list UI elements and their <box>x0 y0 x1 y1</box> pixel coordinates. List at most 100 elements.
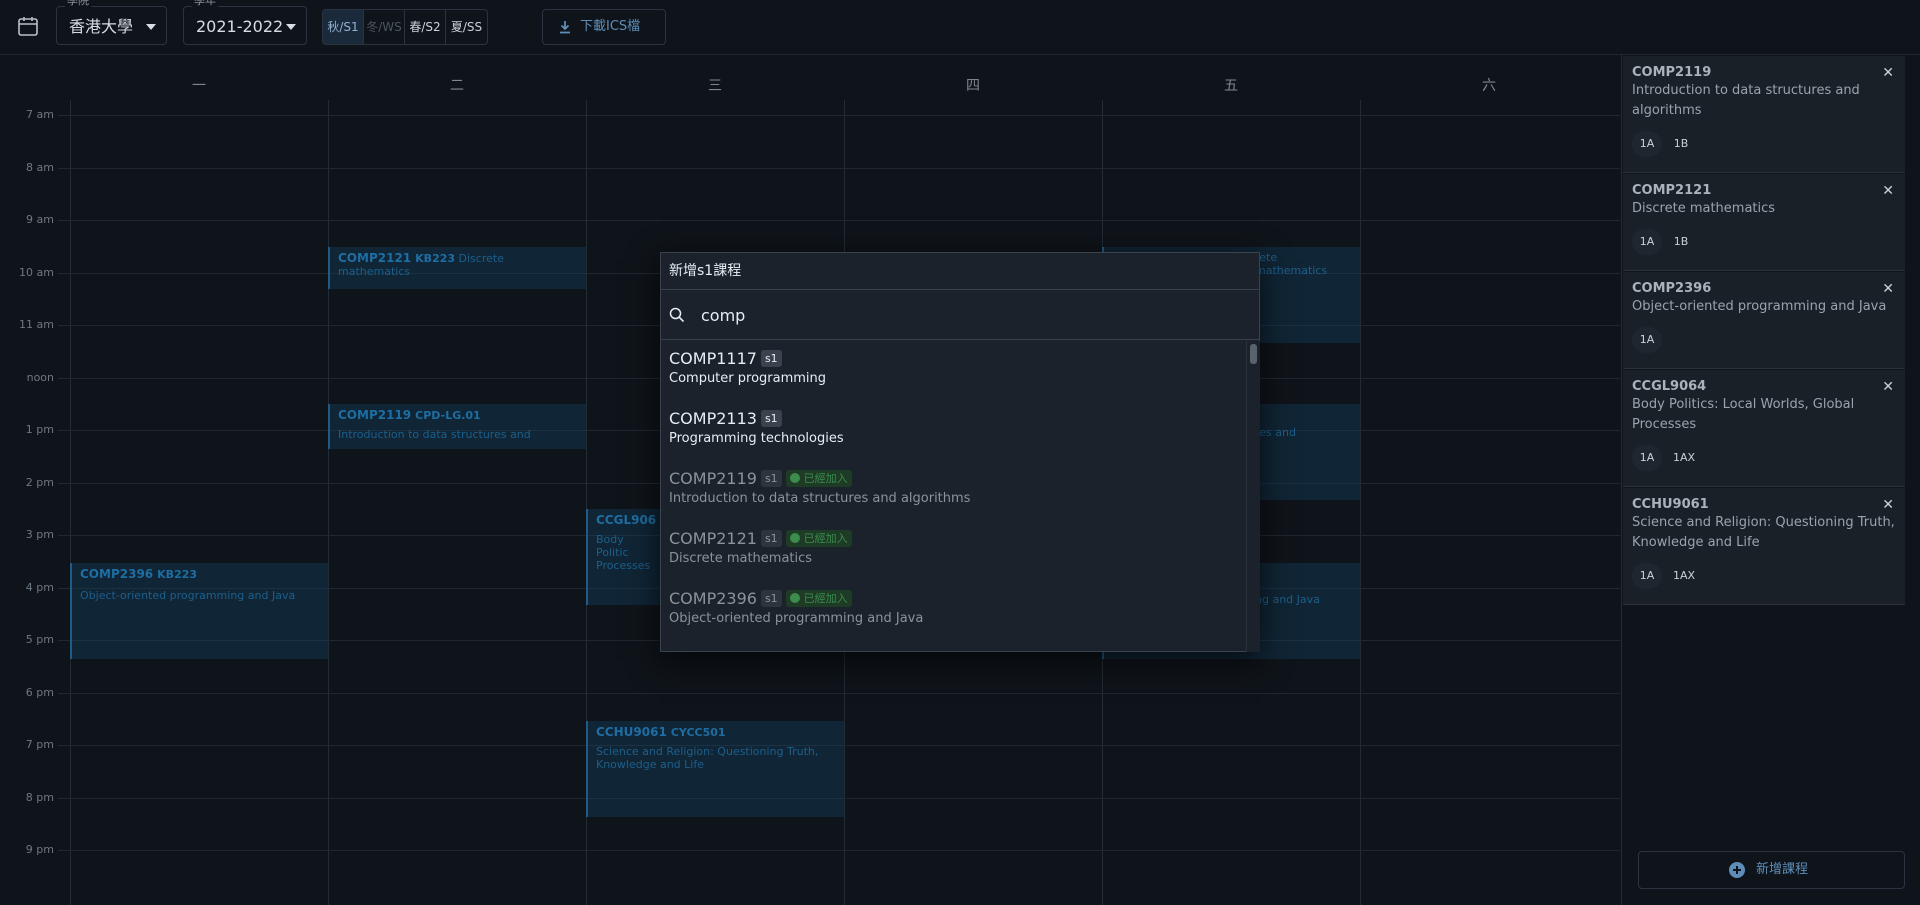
year-label: 學年 <box>192 0 218 8</box>
section-chip[interactable]: 1A <box>1632 229 1662 255</box>
semester-badge: s1 <box>760 470 782 487</box>
event-code: CCHU9061 <box>596 725 667 739</box>
time-label: 7 am <box>26 108 54 121</box>
course-search-input[interactable] <box>699 300 1239 330</box>
semester-s2-button[interactable]: 春/S2 <box>405 10 446 44</box>
semester-badge: s1 <box>760 410 782 427</box>
time-label: 8 pm <box>25 791 54 804</box>
course-card[interactable]: COMP2396 Object-oriented programming and… <box>1623 272 1905 369</box>
section-chip[interactable]: 1A <box>1632 445 1662 471</box>
day-header-mon: 一 <box>192 78 206 94</box>
semester-ss-button[interactable]: 夏/SS <box>446 10 487 44</box>
day-header-fri: 五 <box>1224 78 1238 94</box>
result-name: Computer programming <box>669 371 827 386</box>
hour-line <box>58 168 1620 169</box>
close-icon[interactable]: ✕ <box>1882 281 1894 297</box>
search-row <box>661 290 1259 340</box>
course-name: Object-oriented programming and Java <box>1632 299 1887 314</box>
university-label: 學院 <box>65 0 91 8</box>
time-label: 9 am <box>26 213 54 226</box>
university-select[interactable]: 學院 香港大學 <box>56 0 167 45</box>
download-label: 下載ICS檔 <box>580 19 641 34</box>
course-code: CCGL9064 <box>1632 379 1707 394</box>
section-chip[interactable]: 1A <box>1632 563 1662 589</box>
search-result-item[interactable]: COMP1117 s1 Computer programming <box>661 341 1245 401</box>
added-label: 已經加入 <box>803 472 848 485</box>
calendar-event[interactable]: CCHU9061 CYCC501 Science and Religion: Qu… <box>586 721 844 817</box>
search-result-item[interactable]: COMP2119 s1 已經加入 Introduction to data stru… <box>661 461 1245 521</box>
course-code: CCHU9061 <box>1632 497 1709 512</box>
event-title: res and <box>1255 426 1296 439</box>
event-title: Object-oriented programming and Java <box>80 589 296 602</box>
section-chip[interactable]: 1A <box>1632 327 1662 353</box>
time-label: 9 pm <box>25 843 54 856</box>
day-header-wed: 三 <box>708 78 722 94</box>
calendar-event[interactable]: COMP2396 KB223 Object-oriented programmin… <box>70 563 328 659</box>
time-label: 5 pm <box>25 633 54 646</box>
check-circle-icon <box>789 473 800 483</box>
event-code: COMP2121 <box>338 251 412 265</box>
event-title: Science and Religion: Questioning Truth,… <box>596 745 819 771</box>
results-scrollbar[interactable] <box>1246 341 1260 652</box>
hour-line <box>58 115 1620 116</box>
calendar-icon[interactable] <box>16 14 40 38</box>
section-chip[interactable]: 1AX <box>1666 445 1702 471</box>
result-code: COMP2121 <box>669 529 757 548</box>
semester-badge: s1 <box>760 530 782 547</box>
semester-s1-button[interactable]: 秋/S1 <box>323 10 364 44</box>
added-badge: 已經加入 <box>785 590 852 607</box>
calendar-event[interactable]: COMP2119 CPD-LG.01 Introduction to data s… <box>328 404 586 449</box>
close-icon[interactable]: ✕ <box>1882 183 1894 199</box>
scrollbar-thumb[interactable] <box>1250 344 1257 364</box>
year-select[interactable]: 學年 2021-2022 <box>183 0 307 45</box>
time-label: 2 pm <box>25 476 54 489</box>
added-label: 已經加入 <box>803 532 848 545</box>
search-result-item[interactable]: COMP2396 s1 已經加入 Object-oriented programmi… <box>661 581 1245 641</box>
semester-badge: s1 <box>760 590 782 607</box>
course-name: Introduction to data structures and algo… <box>1632 83 1860 118</box>
close-icon[interactable]: ✕ <box>1882 379 1894 395</box>
calendar-event[interactable]: COMP2121 KB223 Discrete mathematics <box>328 247 586 289</box>
added-label: 已經加入 <box>803 592 848 605</box>
time-label: 4 pm <box>25 581 54 594</box>
time-label: 11 am <box>19 318 54 331</box>
hour-line <box>58 220 1620 221</box>
event-room: KB223 <box>415 252 456 265</box>
course-card[interactable]: COMP2119 Introduction to data structures… <box>1623 56 1905 173</box>
result-name: Object-oriented programming and Java <box>669 611 924 626</box>
result-name: Programming technologies <box>669 431 844 446</box>
selected-courses-panel: COMP2119 Introduction to data structures… <box>1621 55 1920 905</box>
section-chip[interactable]: 1AX <box>1666 563 1702 589</box>
course-card[interactable]: COMP2121 Discrete mathematics ✕ 1A 1B <box>1623 174 1905 271</box>
download-ics-button[interactable]: 下載ICS檔 <box>542 9 666 45</box>
event-code: COMP2396 <box>80 567 154 581</box>
hour-line <box>58 850 1620 851</box>
event-room: CYCC501 <box>670 726 726 739</box>
result-code: COMP2396 <box>669 589 757 608</box>
search-result-item[interactable]: COMP2121 s1 已經加入 Discrete mathematics <box>661 521 1245 581</box>
check-circle-icon <box>789 593 800 603</box>
section-chip[interactable]: 1B <box>1666 131 1696 157</box>
search-result-item[interactable]: COMP2113 s1 Programming technologies <box>661 401 1245 461</box>
course-code: COMP2121 <box>1632 183 1712 198</box>
search-results-list: COMP1117 s1 Computer programming COMP2113… <box>661 341 1245 652</box>
course-name: Science and Religion: Questioning Truth,… <box>1632 515 1895 550</box>
added-badge: 已經加入 <box>785 530 852 547</box>
course-card[interactable]: CCGL9064 Body Politics: Local Worlds, Gl… <box>1623 370 1905 487</box>
add-course-button[interactable]: 新增課程 <box>1638 851 1905 889</box>
section-chip[interactable]: 1B <box>1666 229 1696 255</box>
time-label: noon <box>26 371 54 384</box>
hour-line <box>58 693 1620 694</box>
event-code: COMP2119 <box>338 408 412 422</box>
plus-circle-icon <box>1729 862 1745 878</box>
calendar-event[interactable]: CCGL906 Body Politic Processes <box>586 509 660 605</box>
semester-badge: s1 <box>760 350 782 367</box>
semester-ws-button[interactable]: 冬/WS <box>364 10 405 44</box>
time-label: 6 pm <box>25 686 54 699</box>
check-circle-icon <box>789 533 800 543</box>
close-icon[interactable]: ✕ <box>1882 497 1894 513</box>
section-chip[interactable]: 1A <box>1632 131 1662 157</box>
course-card[interactable]: CCHU9061 Science and Religion: Questioni… <box>1623 488 1905 605</box>
semester-toggle: 秋/S1 冬/WS 春/S2 夏/SS <box>322 9 488 45</box>
close-icon[interactable]: ✕ <box>1882 65 1894 81</box>
